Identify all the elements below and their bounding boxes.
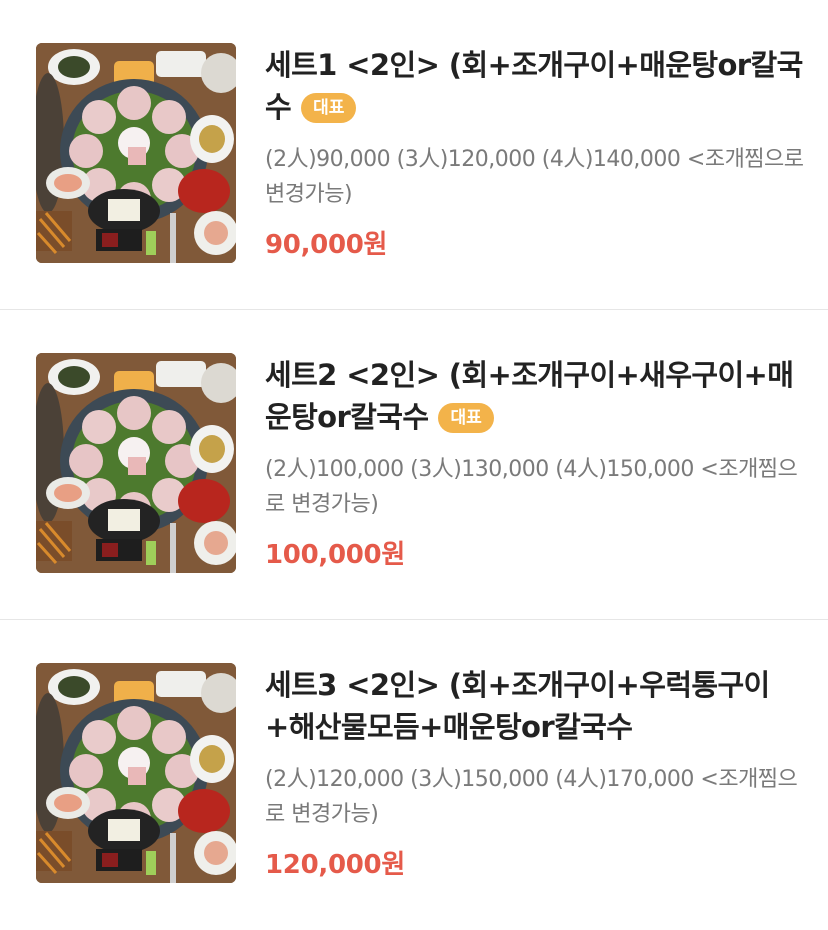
seafood-platter-photo-icon <box>36 353 236 573</box>
menu-item-price: 90,000원 <box>265 230 388 260</box>
menu-item-description: (2人)120,000 (3人)150,000 (4人)170,000 <조개찜… <box>265 767 798 827</box>
menu-item-title: 세트2 <2인> (회+조개구이+새우구이+매운탕or칼국수 대표 <box>265 354 805 438</box>
menu-item[interactable]: 세트1 <2인> (회+조개구이+매운탕or칼국수 대표 (2人)90,000 (… <box>0 0 828 310</box>
featured-badge: 대표 <box>301 93 357 123</box>
menu-item-info: 세트3 <2인> (회+조개구이+우럭통구이+해산물모듬+매운탕or칼국수 (2… <box>265 664 805 881</box>
menu-item[interactable]: 세트2 <2인> (회+조개구이+새우구이+매운탕or칼국수 대표 (2人)100… <box>0 310 828 620</box>
featured-badge: 대표 <box>438 403 494 433</box>
menu-list: 세트1 <2인> (회+조개구이+매운탕or칼국수 대표 (2人)90,000 (… <box>0 0 828 930</box>
menu-item-price: 120,000원 <box>265 850 405 880</box>
menu-item-info: 세트2 <2인> (회+조개구이+새우구이+매운탕or칼국수 대표 (2人)100… <box>265 354 805 571</box>
menu-item-title-text: 세트2 <2인> (회+조개구이+새우구이+매운탕or칼국수 <box>265 358 794 434</box>
menu-item-title-text: 세트3 <2인> (회+조개구이+우럭통구이+해산물모듬+매운탕or칼국수 <box>265 668 770 744</box>
menu-item-price: 100,000원 <box>265 540 405 570</box>
seafood-platter-photo-icon <box>36 43 236 263</box>
menu-item-image[interactable] <box>36 43 236 263</box>
menu-item[interactable]: 세트3 <2인> (회+조개구이+우럭통구이+해산물모듬+매운탕or칼국수 (2… <box>0 620 828 930</box>
menu-item-description: (2人)100,000 (3人)130,000 (4人)150,000 <조개찜… <box>265 457 798 517</box>
menu-item-description: (2人)90,000 (3人)120,000 (4人)140,000 <조개찜으… <box>265 147 804 207</box>
menu-item-image[interactable] <box>36 353 236 573</box>
menu-item-image[interactable] <box>36 663 236 883</box>
menu-item-info: 세트1 <2인> (회+조개구이+매운탕or칼국수 대표 (2人)90,000 (… <box>265 44 805 261</box>
menu-item-title: 세트3 <2인> (회+조개구이+우럭통구이+해산물모듬+매운탕or칼국수 <box>265 664 805 748</box>
seafood-platter-photo-icon <box>36 663 236 883</box>
menu-item-title: 세트1 <2인> (회+조개구이+매운탕or칼국수 대표 <box>265 44 805 128</box>
